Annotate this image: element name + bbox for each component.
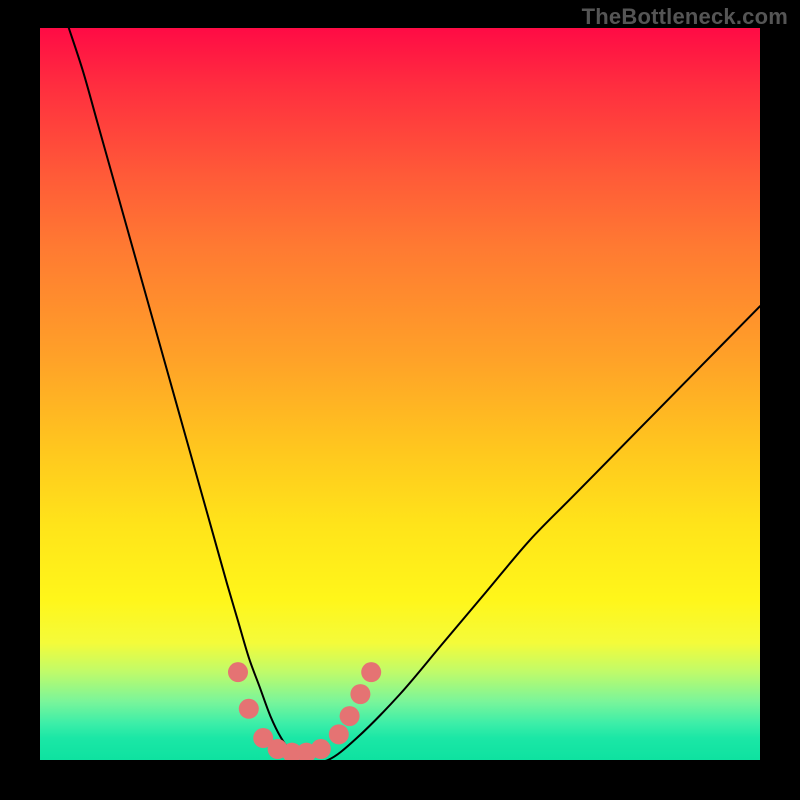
curve-markers [228,662,381,760]
plot-area [40,28,760,760]
curve-svg [40,28,760,760]
chart-frame: TheBottleneck.com [0,0,800,800]
curve-marker [329,724,349,744]
curve-marker [311,739,331,759]
curve-marker [239,699,259,719]
curve-marker [361,662,381,682]
curve-marker [350,684,370,704]
bottleneck-curve [69,28,760,760]
watermark-text: TheBottleneck.com [582,4,788,30]
curve-marker [228,662,248,682]
curve-marker [340,706,360,726]
